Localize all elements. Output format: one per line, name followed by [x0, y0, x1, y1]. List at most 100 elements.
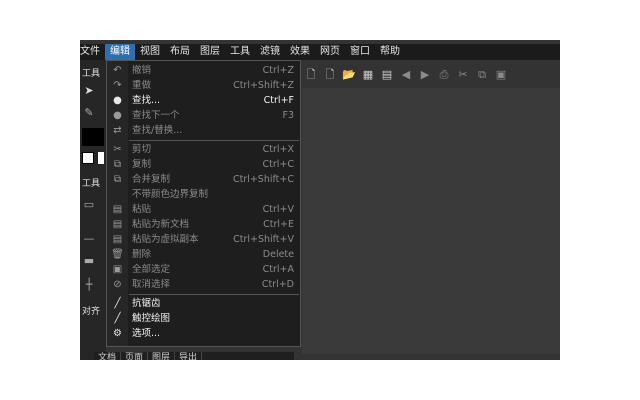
menu-bar: 文件 编辑 视图 布局 图层 工具 滤镜 效果 网页 窗口 帮助 [80, 44, 560, 60]
paste-icon: ▤ [112, 203, 123, 215]
edit-menu-dropdown: ↶ 撤销 Ctrl+Z ↷ 重做 Ctrl+Shift+Z ● 查找... Ctrl+F ● 查找下… [106, 60, 301, 347]
bottom-panel-tabs: 文档 页面 图层 导出 [94, 352, 294, 360]
menu-item-shortcut: Ctrl+C [262, 158, 295, 170]
pointer-tool-icon[interactable]: ➤ [82, 84, 96, 98]
brush-tool-icon[interactable]: ✎ [82, 106, 96, 120]
color-swatch-secondary[interactable] [98, 152, 104, 164]
menu-help[interactable]: 帮助 [375, 44, 405, 60]
options-icon: ⚙ [113, 327, 122, 339]
back-arrow-icon[interactable]: ◀ [397, 66, 415, 84]
main-toolbar: 🗋 🗋 📂 ▦ ▤ ◀ ▶ ⎙ ✂ ⧉ ▣ [302, 64, 560, 86]
menu-item[interactable]: ⊘ 取消选择 Ctrl+D [107, 277, 300, 292]
menu-item[interactable]: ⧉ 复制 Ctrl+C [107, 157, 300, 172]
menu-item-label: 粘贴 [132, 203, 152, 215]
menu-item[interactable]: ↶ 撤销 Ctrl+Z [107, 63, 300, 78]
tools-panel-title-2: 工具 [82, 179, 101, 189]
paste-toolbar-icon[interactable]: ▣ [492, 66, 510, 84]
menu-separator [129, 293, 299, 295]
menu-item[interactable]: ● 查找... Ctrl+F [107, 93, 300, 108]
deselect-icon: ⊘ [113, 279, 122, 291]
menu-item[interactable]: ⧉ 合并复制 Ctrl+Shift+C [107, 172, 300, 187]
color-swatch-white[interactable] [82, 152, 94, 164]
menu-item-shortcut: Ctrl+Shift+V [233, 234, 294, 246]
menu-item-shortcut: Ctrl+D [261, 279, 294, 291]
menu-item-shortcut: Delete [262, 249, 294, 261]
line-tool-icon[interactable]: — [82, 232, 96, 246]
document-canvas[interactable] [302, 88, 560, 354]
select-all-icon: ▣ [112, 264, 123, 276]
new-doc-icon[interactable]: 🗋 [321, 66, 339, 84]
menu-tools[interactable]: 工具 [225, 44, 255, 60]
copy-toolbar-icon[interactable]: ⧉ [473, 66, 491, 84]
menu-item-shortcut: Ctrl+A [262, 264, 294, 276]
menu-item-label: 查找/替换... [132, 125, 183, 137]
menu-item-label: 触控绘图 [132, 312, 171, 324]
menu-layer[interactable]: 图层 [195, 44, 225, 60]
menu-item-label: 粘贴为虚拟副本 [132, 234, 199, 246]
grid-icon[interactable]: ▤ [378, 66, 396, 84]
menu-effects[interactable]: 效果 [285, 44, 315, 60]
find-next-icon: ● [113, 110, 122, 122]
menu-item-shortcut: Ctrl+Shift+Z [233, 80, 294, 92]
menu-item-shortcut: Ctrl+Z [262, 65, 294, 76]
menu-item-label: 查找... [132, 95, 161, 107]
menu-item[interactable]: ✂ 剪切 Ctrl+X [107, 142, 300, 157]
tab-layers[interactable]: 图层 [148, 352, 176, 360]
tools-panel-title: 工具 [82, 69, 101, 79]
menu-item[interactable]: ↷ 重做 Ctrl+Shift+Z [107, 78, 300, 93]
menu-item-shortcut: Ctrl+E [263, 219, 294, 230]
menu-item[interactable]: ⚙ 选项... [107, 326, 300, 341]
guide-tool-icon[interactable]: ┼ [82, 278, 96, 292]
copy-icon: ⧉ [113, 158, 122, 170]
menu-item[interactable]: ⇄ 查找/替换... [107, 123, 300, 138]
menu-item-label: 选项... [132, 327, 161, 339]
menu-item[interactable]: 不带颜色边界复制 [107, 187, 300, 202]
menu-item[interactable]: ╱ 抗锯齿 [107, 296, 300, 311]
menu-item-shortcut: Ctrl+F [263, 95, 294, 107]
menu-web[interactable]: 网页 [315, 44, 345, 60]
open-folder-icon[interactable]: 📂 [340, 66, 358, 84]
menu-edit[interactable]: 编辑 [105, 44, 135, 60]
forward-arrow-icon[interactable]: ▶ [416, 66, 434, 84]
touch-draw-icon: ╱ [114, 312, 121, 324]
menu-item[interactable]: ● 查找下一个 F3 [107, 108, 300, 123]
menu-item-label: 取消选择 [132, 279, 171, 291]
antialias-icon: ╱ [114, 297, 121, 309]
tab-pages[interactable]: 页面 [121, 352, 149, 360]
menu-item[interactable]: ▣ 全部选定 Ctrl+A [107, 262, 300, 277]
tab-document[interactable]: 文档 [94, 352, 122, 360]
color-swatch-black[interactable] [82, 128, 104, 146]
cut-toolbar-icon[interactable]: ✂ [454, 66, 472, 84]
menu-item[interactable]: 🗑 删除 Delete [107, 247, 300, 262]
menu-item-shortcut: Ctrl+Shift+C [232, 173, 294, 185]
menu-layout[interactable]: 布局 [165, 44, 195, 60]
menu-item-label: 粘贴为新文档 [132, 219, 190, 230]
copy-merged-icon: ⧉ [113, 173, 122, 185]
menu-item[interactable]: ▤ 粘贴 Ctrl+V [107, 202, 300, 217]
print-icon[interactable]: ⎙ [435, 66, 453, 84]
redo-icon: ↷ [113, 80, 122, 92]
paste-new-icon: ▤ [112, 219, 123, 230]
find-icon: ● [113, 95, 122, 107]
menu-item-label: 全部选定 [132, 264, 171, 276]
new-file-icon[interactable]: 🗋 [302, 66, 320, 84]
ruler-tool-icon[interactable]: ▬ [82, 254, 96, 268]
paste-virtual-icon: ▤ [112, 234, 123, 246]
menu-item-label: 撤销 [132, 65, 152, 76]
app-window: 文件 编辑 视图 布局 图层 工具 滤镜 效果 网页 窗口 帮助 工具 ➤ ✎ … [80, 40, 560, 360]
save-icon[interactable]: ▦ [359, 66, 377, 84]
menu-item[interactable]: ▤ 粘贴为新文档 Ctrl+E [107, 217, 300, 232]
menu-window[interactable]: 窗口 [345, 44, 375, 60]
undo-icon: ↶ [113, 65, 122, 76]
shape-tool-icon[interactable]: ▭ [82, 198, 96, 212]
menu-item-shortcut: Ctrl+X [262, 143, 294, 155]
menu-item[interactable]: ▤ 粘贴为虚拟副本 Ctrl+Shift+V [107, 232, 300, 247]
menu-filter[interactable]: 滤镜 [255, 44, 285, 60]
tab-export[interactable]: 导出 [175, 352, 203, 360]
menu-view[interactable]: 视图 [135, 44, 165, 60]
menu-item-label: 剪切 [132, 143, 152, 155]
menu-item-shortcut: Ctrl+V [262, 203, 294, 215]
menu-item-label: 不带颜色边界复制 [132, 188, 209, 200]
menu-file[interactable]: 文件 [80, 44, 105, 60]
menu-item[interactable]: ╱ 触控绘图 [107, 311, 300, 326]
